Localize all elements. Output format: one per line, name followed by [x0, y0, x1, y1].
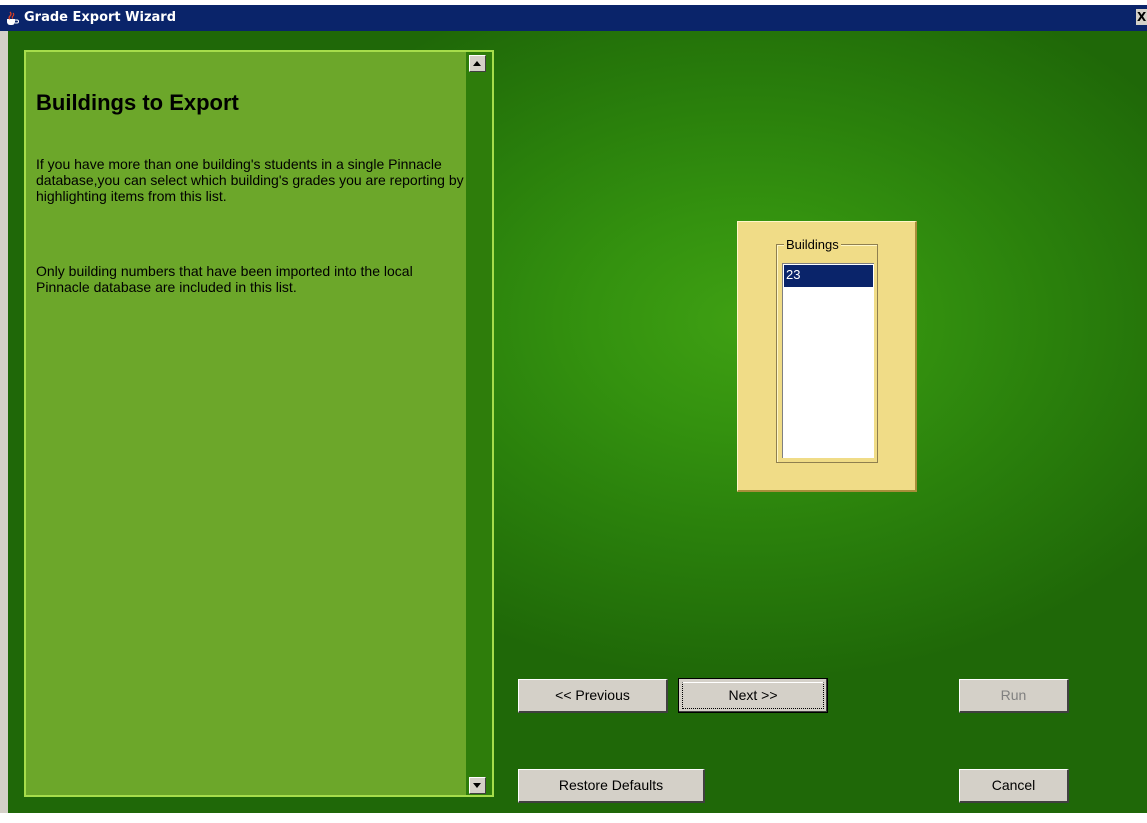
help-paragraph: If you have more than one building's stu… — [36, 156, 464, 204]
arrow-down-icon — [473, 783, 481, 788]
window-title: Grade Export Wizard — [24, 10, 177, 25]
help-paragraph: Only building numbers that have been imp… — [36, 263, 413, 295]
scroll-up-button[interactable] — [469, 55, 486, 72]
close-icon: X — [1137, 10, 1147, 24]
title-bar[interactable]: Grade Export Wizard X — [0, 5, 1147, 31]
next-button-label: Next >> — [728, 687, 778, 703]
help-panel: Buildings to Export If you have more tha… — [24, 50, 494, 797]
next-button[interactable]: Next >> — [678, 678, 828, 713]
arrow-up-icon — [473, 61, 481, 66]
help-title: Buildings to Export — [36, 90, 239, 115]
wizard-client-area: Buildings to Export If you have more tha… — [8, 31, 1147, 813]
cancel-button[interactable]: Cancel — [959, 769, 1069, 803]
buildings-list[interactable]: 23 — [782, 263, 874, 458]
scroll-down-button[interactable] — [469, 777, 486, 794]
buildings-panel: Buildings 23 — [737, 221, 917, 492]
previous-button[interactable]: << Previous — [518, 679, 668, 713]
close-button[interactable]: X — [1136, 9, 1147, 25]
buildings-label: Buildings — [784, 237, 841, 252]
restore-defaults-button[interactable]: Restore Defaults — [518, 769, 705, 803]
wizard-window: Grade Export Wizard X Buildings to Expor… — [0, 5, 1147, 813]
java-cup-icon — [7, 11, 19, 25]
help-content: Buildings to Export If you have more tha… — [26, 52, 466, 795]
run-button[interactable]: Run — [959, 679, 1069, 713]
list-item[interactable]: 23 — [784, 265, 873, 287]
